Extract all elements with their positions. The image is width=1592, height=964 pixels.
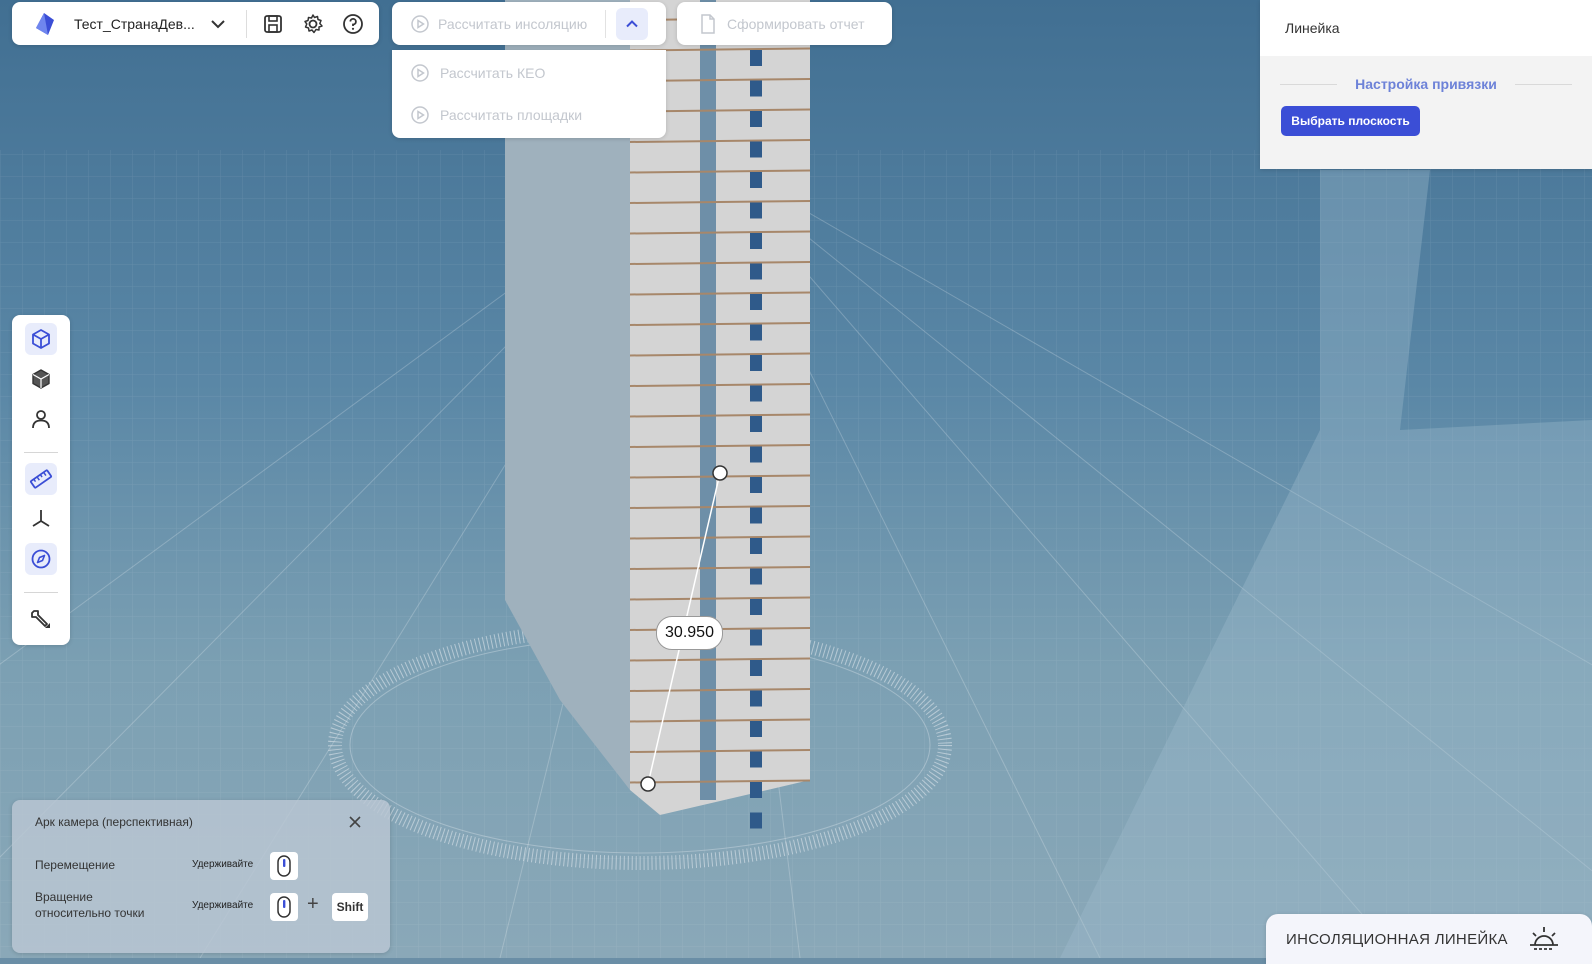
axes-icon bbox=[32, 510, 50, 527]
settings-icon bbox=[304, 13, 323, 33]
divider bbox=[24, 592, 58, 593]
view-cube-icon bbox=[32, 329, 50, 349]
tool-axes[interactable] bbox=[25, 503, 57, 535]
rotate-label-line-2: относительно точки bbox=[35, 906, 145, 920]
menu-item-label: Рассчитать КЕО bbox=[440, 65, 546, 81]
tool-person-view[interactable] bbox=[25, 403, 57, 435]
window bbox=[750, 446, 762, 463]
solid-cube-icon bbox=[32, 369, 50, 389]
rotate-label: Вращение относительно точки bbox=[35, 889, 144, 921]
divider bbox=[1280, 83, 1338, 85]
calculations-menu-toggle[interactable] bbox=[616, 7, 649, 40]
help-icon bbox=[343, 13, 363, 34]
menu-item-calc-keo[interactable]: Рассчитать КЕО bbox=[392, 52, 666, 94]
divider bbox=[605, 9, 607, 38]
compass-icon bbox=[31, 549, 51, 569]
window bbox=[750, 141, 762, 158]
measure-point-bottom bbox=[640, 776, 656, 792]
window bbox=[750, 324, 762, 341]
measurement-label: 30.950 bbox=[656, 616, 723, 650]
mouse-icon bbox=[277, 855, 291, 877]
save-icon bbox=[264, 14, 282, 33]
window bbox=[750, 538, 762, 554]
window bbox=[750, 507, 762, 524]
ruler-panel: Линейка Настройка привязки Выбрать плоск… bbox=[1260, 0, 1592, 169]
menu-item-calc-areas[interactable]: Рассчитать площадки bbox=[392, 94, 666, 136]
window bbox=[750, 782, 762, 798]
window bbox=[750, 629, 762, 646]
menu-item-label: Рассчитать площадки bbox=[440, 107, 583, 123]
measure-point-top bbox=[712, 465, 728, 481]
snap-settings-header: Настройка привязки bbox=[1280, 76, 1572, 92]
help-button[interactable] bbox=[339, 10, 367, 38]
window bbox=[750, 721, 762, 737]
window bbox=[750, 233, 762, 249]
insolation-ruler-label: ИНСОЛЯЦИОННАЯ ЛИНЕЙКА bbox=[1286, 930, 1508, 948]
document-icon bbox=[701, 13, 715, 34]
tool-solid-cube[interactable] bbox=[25, 363, 57, 395]
window bbox=[750, 751, 762, 768]
camera-panel-title: Арк камера (перспективная) bbox=[35, 815, 193, 829]
tool-settings[interactable] bbox=[25, 603, 57, 635]
calculate-insolation-button[interactable]: Рассчитать инсоляцию bbox=[438, 16, 587, 32]
window bbox=[750, 202, 762, 219]
tool-compass[interactable] bbox=[25, 543, 57, 575]
ruler-icon bbox=[30, 469, 52, 489]
window bbox=[750, 172, 762, 188]
report-label: Сформировать отчет bbox=[727, 15, 865, 32]
app-logo-icon[interactable] bbox=[30, 10, 58, 38]
insolation-ruler-button[interactable]: ИНСОЛЯЦИОННАЯ ЛИНЕЙКА bbox=[1266, 914, 1592, 964]
calculations-menu: Рассчитать КЕО Рассчитать площадки bbox=[392, 50, 666, 138]
window bbox=[750, 690, 762, 707]
person-icon bbox=[32, 410, 50, 429]
window bbox=[750, 385, 762, 402]
hold-label: Удерживайте bbox=[192, 859, 254, 870]
window bbox=[750, 50, 762, 66]
close-icon bbox=[349, 816, 361, 828]
camera-help-panel: Арк камера (перспективная) Перемещение У… bbox=[12, 800, 390, 953]
move-label: Перемещение bbox=[35, 858, 115, 872]
play-circle-icon bbox=[411, 64, 429, 82]
select-plane-button[interactable]: Выбрать плоскость bbox=[1281, 106, 1420, 136]
window bbox=[750, 80, 762, 97]
divider bbox=[1514, 83, 1572, 85]
ruler-panel-title: Линейка bbox=[1260, 0, 1592, 56]
window bbox=[750, 812, 762, 829]
mouse-left-key bbox=[270, 893, 298, 921]
plus-sign: + bbox=[307, 893, 319, 915]
mouse-left-key bbox=[270, 852, 298, 880]
window bbox=[750, 568, 762, 585]
left-toolbar bbox=[12, 315, 70, 645]
window bbox=[750, 111, 762, 127]
window bbox=[750, 416, 762, 432]
project-bar: Тест_СтранаДев... bbox=[12, 2, 379, 45]
shift-key: Shift bbox=[332, 893, 368, 921]
tool-view-cube[interactable] bbox=[25, 323, 57, 355]
tool-ruler[interactable] bbox=[25, 463, 57, 495]
play-circle-icon bbox=[411, 14, 429, 33]
close-button[interactable] bbox=[345, 812, 365, 832]
window bbox=[750, 477, 762, 493]
settings-tool-icon bbox=[31, 610, 50, 628]
report-button[interactable]: Сформировать отчет bbox=[677, 2, 892, 45]
rotate-label-line-1: Вращение bbox=[35, 890, 93, 904]
chevron-up-icon bbox=[626, 19, 638, 27]
chevron-down-icon[interactable] bbox=[208, 14, 228, 34]
window bbox=[750, 599, 762, 615]
snap-settings-title: Настройка привязки bbox=[1355, 76, 1497, 92]
divider bbox=[24, 452, 58, 453]
window bbox=[750, 355, 762, 371]
window bbox=[750, 660, 762, 676]
play-circle-icon bbox=[411, 106, 429, 124]
window bbox=[750, 294, 762, 310]
calculate-insolation-bar: Рассчитать инсоляцию bbox=[392, 2, 666, 45]
sunrise-icon bbox=[1529, 927, 1558, 950]
divider bbox=[246, 9, 247, 38]
project-name[interactable]: Тест_СтранаДев... bbox=[74, 16, 200, 32]
hold-label: Удерживайте bbox=[192, 900, 254, 911]
settings-button[interactable] bbox=[299, 10, 327, 38]
save-button[interactable] bbox=[259, 10, 287, 38]
mouse-icon bbox=[277, 896, 291, 918]
window bbox=[750, 263, 762, 280]
